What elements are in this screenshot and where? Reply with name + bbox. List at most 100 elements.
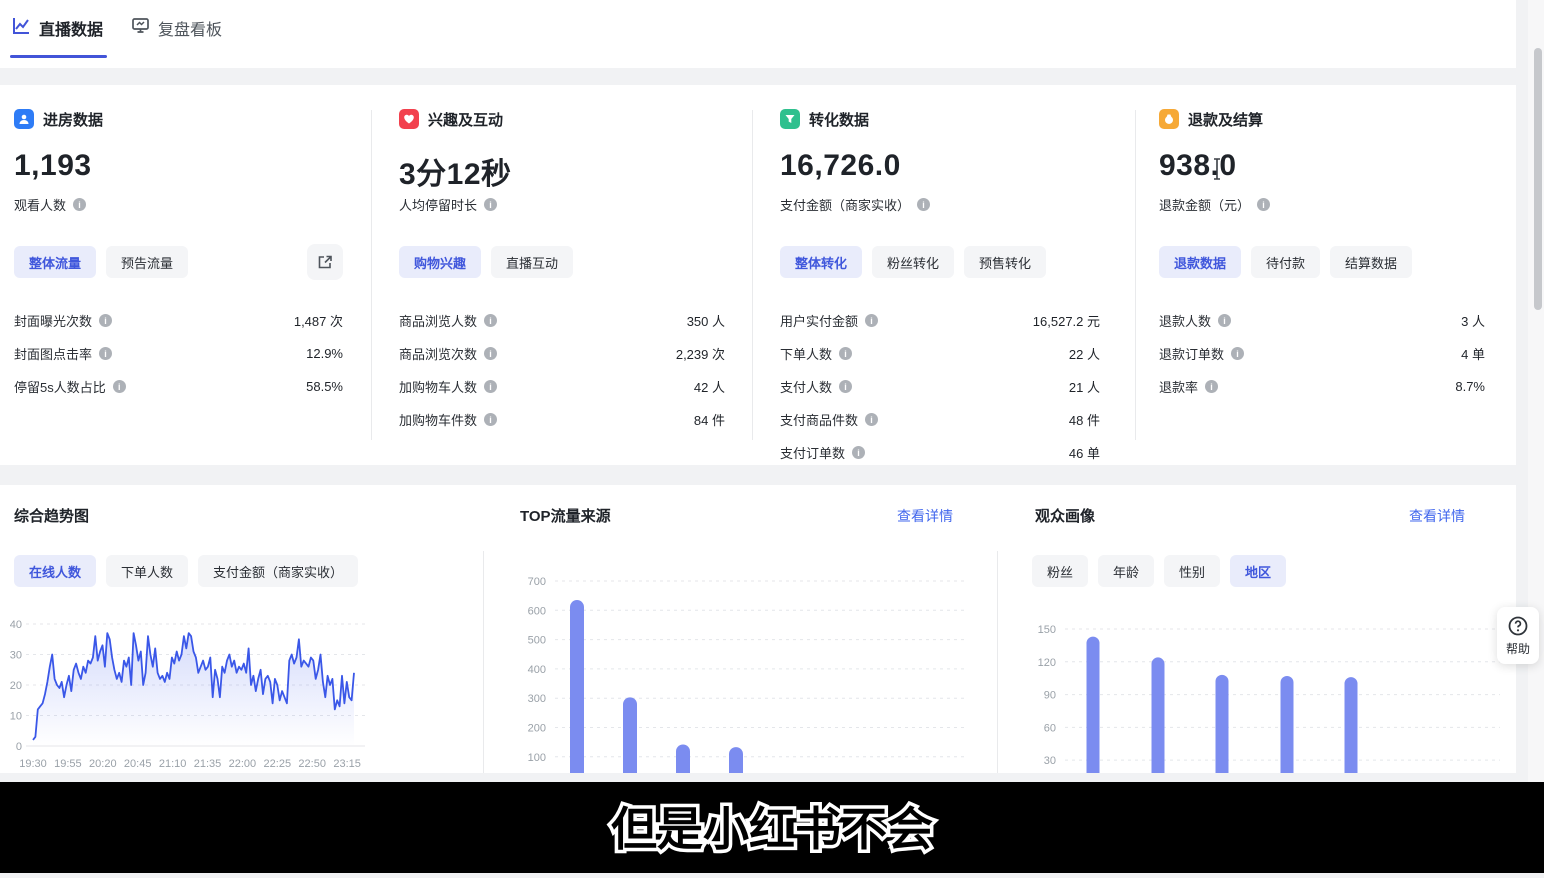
chip-live-interaction[interactable]: 直播互动: [491, 246, 573, 278]
chip-refund-data[interactable]: 退款数据: [1159, 246, 1241, 278]
info-icon[interactable]: [865, 314, 878, 327]
chip-online-users[interactable]: 在线人数: [14, 555, 96, 587]
chip-pending-payment[interactable]: 待付款: [1251, 246, 1320, 278]
y-tick-label: 0: [16, 741, 22, 753]
x-tick-label: 23:15: [333, 758, 361, 770]
info-icon[interactable]: [484, 347, 497, 360]
info-icon[interactable]: [99, 314, 112, 327]
audience-detail-link[interactable]: 查看详情: [1409, 506, 1465, 526]
bar: [1216, 675, 1229, 773]
card-conversion: 转化数据 16,726.0 支付金额（商家实收） 整体转化 粉丝转化 预售转化 …: [752, 85, 1135, 465]
info-icon[interactable]: [917, 198, 930, 211]
info-icon[interactable]: [852, 446, 865, 459]
info-icon[interactable]: [99, 347, 112, 360]
x-tick-label: 22:00: [229, 758, 257, 770]
y-tick-label: 120: [1038, 657, 1056, 669]
y-tick-label: 90: [1044, 690, 1056, 702]
chip-region[interactable]: 地区: [1230, 555, 1286, 587]
metric-row: 支付订单数 46 单: [780, 436, 1100, 469]
big-value: 3分12秒: [399, 149, 725, 187]
funnel-icon: [780, 109, 800, 129]
big-value: 1,193: [14, 149, 343, 187]
metric-row: 加购物车件数 84 件: [399, 403, 725, 436]
traffic-detail-link[interactable]: 查看详情: [897, 506, 953, 526]
tab-live-data[interactable]: 直播数据: [12, 16, 103, 40]
chip-preview-traffic[interactable]: 预告流量: [106, 246, 188, 278]
chip-settlement-data[interactable]: 结算数据: [1330, 246, 1412, 278]
stats-panel: 进房数据 1,193 观看人数 整体流量 预告流量 封面曝光次数 1,487 次…: [0, 85, 1516, 465]
info-icon[interactable]: [484, 198, 497, 211]
chip-age[interactable]: 年龄: [1098, 555, 1154, 587]
card-title: 退款及结算: [1188, 109, 1263, 130]
x-tick-label: 19:55: [54, 758, 82, 770]
subtitle-bar: 但是小红书不会: [0, 782, 1544, 873]
text-cursor: [1211, 155, 1223, 189]
divider: [997, 551, 998, 773]
info-icon[interactable]: [113, 380, 126, 393]
metric-label: 观看人数: [14, 195, 66, 214]
bar: [570, 600, 584, 773]
info-icon[interactable]: [1205, 380, 1218, 393]
y-tick-label: 600: [528, 605, 546, 617]
bar: [1152, 657, 1165, 773]
chip-gender[interactable]: 性别: [1164, 555, 1220, 587]
heart-icon: [399, 109, 419, 129]
card-refund-settlement: 退款及结算 938.0 退款金额（元） 退款数据 待付款 结算数据 退款人数 3…: [1135, 85, 1516, 465]
trend-section-title: 综合趋势图: [14, 505, 89, 526]
chip-shopping-interest[interactable]: 购物兴趣: [399, 246, 481, 278]
card-interest-interaction: 兴趣及互动 3分12秒 人均停留时长 购物兴趣 直播互动 商品浏览人数 350 …: [371, 85, 752, 465]
metric-row: 商品浏览人数 350 人: [399, 304, 725, 337]
info-icon[interactable]: [1257, 198, 1270, 211]
card-title: 兴趣及互动: [428, 109, 503, 130]
y-tick-label: 10: [10, 711, 22, 723]
card-room-entry: 进房数据 1,193 观看人数 整体流量 预告流量 封面曝光次数 1,487 次…: [0, 85, 371, 465]
info-icon[interactable]: [1218, 314, 1231, 327]
chip-overall-conversion[interactable]: 整体转化: [780, 246, 862, 278]
chip-overall-traffic[interactable]: 整体流量: [14, 246, 96, 278]
audience-bar-chart[interactable]: 150120906030: [1010, 590, 1516, 773]
external-link-button[interactable]: [307, 244, 343, 280]
bar: [729, 747, 743, 773]
chip-fan-conversion[interactable]: 粉丝转化: [872, 246, 954, 278]
metric-label: 支付金额（商家实收）: [780, 195, 910, 214]
chip-fans[interactable]: 粉丝: [1032, 555, 1088, 587]
info-icon[interactable]: [839, 347, 852, 360]
active-tab-underline: [10, 55, 107, 58]
y-tick-label: 20: [10, 680, 22, 692]
traffic-bar-chart[interactable]: 700600500400300200100: [497, 568, 997, 773]
bar: [1345, 677, 1358, 773]
info-icon[interactable]: [865, 413, 878, 426]
y-tick-label: 300: [528, 693, 546, 705]
info-icon[interactable]: [484, 380, 497, 393]
traffic-chart-svg: 700600500400300200100: [497, 568, 997, 773]
chip-order-users[interactable]: 下单人数: [106, 555, 188, 587]
info-icon[interactable]: [73, 198, 86, 211]
x-tick-label: 19:30: [19, 758, 47, 770]
trend-chart-svg: 40302010019:3019:5520:2020:4521:1021:352…: [0, 612, 380, 773]
audience-section-title: 观众画像: [1035, 505, 1095, 526]
metric-row: 支付商品件数 48 件: [780, 403, 1100, 436]
y-tick-label: 30: [1044, 755, 1056, 767]
presentation-icon: [131, 16, 150, 40]
card-title: 进房数据: [43, 109, 103, 130]
subtitle-text: 但是小红书不会: [611, 803, 933, 855]
tab-review-board[interactable]: 复盘看板: [131, 16, 222, 40]
metric-label: 人均停留时长: [399, 195, 477, 214]
info-icon[interactable]: [484, 413, 497, 426]
card-title: 转化数据: [809, 109, 869, 130]
trend-line-chart[interactable]: 40302010019:3019:5520:2020:4521:1021:352…: [0, 612, 380, 773]
x-tick-label: 22:50: [298, 758, 326, 770]
info-icon[interactable]: [839, 380, 852, 393]
metric-row: 封面图点击率 12.9%: [14, 337, 343, 370]
chip-payment-amount[interactable]: 支付金额（商家实收）: [198, 555, 358, 587]
y-tick-label: 200: [528, 723, 546, 735]
info-icon[interactable]: [484, 314, 497, 327]
chip-presale-conversion[interactable]: 预售转化: [964, 246, 1046, 278]
metric-row: 停留5s人数占比 58.5%: [14, 370, 343, 403]
metric-row: 下单人数 22 人: [780, 337, 1100, 370]
info-icon[interactable]: [1231, 347, 1244, 360]
help-button[interactable]: 帮助: [1497, 607, 1539, 664]
top-tab-bar: 直播数据 复盘看板: [0, 0, 1516, 68]
scrollbar-thumb[interactable]: [1534, 48, 1542, 310]
external-link-icon: [317, 254, 333, 270]
